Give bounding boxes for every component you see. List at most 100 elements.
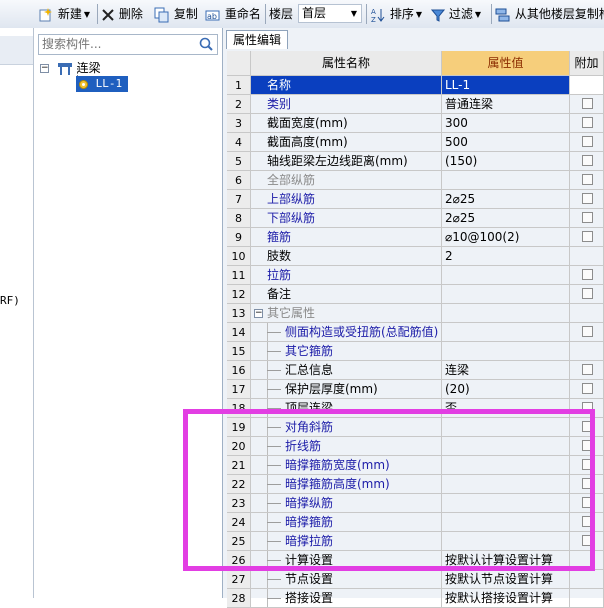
grid-header: 属性名称 属性值 附加: [227, 51, 604, 76]
property-value[interactable]: 300: [442, 114, 570, 133]
tree-connector: [267, 598, 281, 599]
extra-cell: [570, 589, 604, 608]
sort-button-label: 排序: [389, 7, 414, 21]
extra-checkbox[interactable]: [582, 193, 593, 204]
property-value[interactable]: 2⌀25: [442, 190, 570, 209]
property-value[interactable]: ⌀10@100(2): [442, 228, 570, 247]
property-value[interactable]: 500: [442, 133, 570, 152]
row-number: 4: [227, 133, 251, 152]
extra-checkbox[interactable]: [582, 155, 593, 166]
property-row[interactable]: 8 下部纵筋 2⌀25: [227, 209, 604, 228]
row-number: 11: [227, 266, 251, 285]
property-name-text: 下部纵筋: [267, 211, 316, 225]
property-value[interactable]: 2: [442, 247, 570, 266]
extra-checkbox[interactable]: [582, 136, 593, 147]
property-row[interactable]: 15 其它箍筋: [227, 342, 604, 361]
property-value[interactable]: [442, 285, 570, 304]
extra-checkbox[interactable]: [582, 174, 593, 185]
extra-checkbox[interactable]: [582, 117, 593, 128]
property-row[interactable]: 7 上部纵筋 2⌀25: [227, 190, 604, 209]
extra-checkbox[interactable]: [582, 231, 593, 242]
property-value[interactable]: 2⌀25: [442, 209, 570, 228]
property-value[interactable]: (150): [442, 152, 570, 171]
property-value[interactable]: 按默认搭接设置计算: [442, 589, 570, 608]
property-row[interactable]: 2 类别 普通连梁: [227, 95, 604, 114]
property-name-text: 汇总信息: [285, 363, 334, 377]
delete-button[interactable]: 删除: [101, 4, 143, 24]
extra-checkbox[interactable]: [582, 288, 593, 299]
left-panel-text: RF): [0, 294, 20, 307]
property-value[interactable]: [442, 342, 570, 361]
property-name: 肢数: [251, 247, 442, 266]
property-name-text: 其它属性: [267, 306, 316, 320]
row-number: 10: [227, 247, 251, 266]
search-icon[interactable]: [197, 36, 215, 53]
copy-from-floor-button[interactable]: 从其他楼层复制构: [495, 4, 604, 24]
copy-button[interactable]: 复制: [154, 4, 198, 24]
property-row[interactable]: 17 保护层厚度(mm) (20): [227, 380, 604, 399]
property-name: 全部纵筋: [251, 171, 442, 190]
property-value[interactable]: 普通连梁: [442, 95, 570, 114]
extra-cell: [570, 76, 604, 95]
property-value[interactable]: [442, 266, 570, 285]
extra-checkbox[interactable]: [582, 364, 593, 375]
tree-root-label: 连梁: [76, 61, 101, 75]
property-row[interactable]: 11 拉筋: [227, 266, 604, 285]
rename-button[interactable]: ab 重命名: [205, 4, 261, 24]
row-number: 6: [227, 171, 251, 190]
property-row[interactable]: 6 全部纵筋: [227, 171, 604, 190]
property-name: 其它箍筋: [251, 342, 442, 361]
property-row[interactable]: 4 截面高度(mm) 500: [227, 133, 604, 152]
collapse-toggle-icon[interactable]: −: [254, 309, 263, 318]
property-value[interactable]: [442, 323, 570, 342]
property-row[interactable]: 10 肢数 2: [227, 247, 604, 266]
property-value[interactable]: (20): [442, 380, 570, 399]
extra-checkbox[interactable]: [582, 212, 593, 223]
tree-connector: [267, 389, 281, 390]
highlight-box: [183, 409, 595, 571]
extra-checkbox[interactable]: [582, 383, 593, 394]
extra-cell: [570, 570, 604, 589]
extra-checkbox[interactable]: [582, 98, 593, 109]
property-value[interactable]: [442, 304, 570, 323]
property-value[interactable]: 按默认节点设置计算: [442, 570, 570, 589]
row-number: 3: [227, 114, 251, 133]
tab-property-edit[interactable]: 属性编辑: [226, 30, 289, 49]
extra-cell: [570, 380, 604, 399]
property-value[interactable]: [442, 171, 570, 190]
property-row[interactable]: 28 搭接设置 按默认搭接设置计算: [227, 589, 604, 608]
new-item-icon: [39, 7, 52, 21]
property-row[interactable]: 3 截面宽度(mm) 300: [227, 114, 604, 133]
property-value[interactable]: LL-1: [442, 76, 570, 95]
tree-node-ll-1[interactable]: LL-1: [76, 76, 128, 92]
property-row[interactable]: 16 汇总信息 连梁: [227, 361, 604, 380]
copy-from-floor-label: 从其他楼层复制构: [514, 7, 604, 21]
property-row[interactable]: 13− 其它属性: [227, 304, 604, 323]
property-row[interactable]: 5 轴线距梁左边线距离(mm) (150): [227, 152, 604, 171]
floor-select[interactable]: 首层 ▼: [298, 4, 362, 23]
property-name-text: 节点设置: [285, 572, 334, 586]
collapse-toggle-icon[interactable]: −: [40, 64, 49, 73]
search-input[interactable]: [39, 35, 192, 53]
property-row[interactable]: 9 箍筋 ⌀10@100(2): [227, 228, 604, 247]
extra-checkbox[interactable]: [582, 269, 593, 280]
property-row[interactable]: 14 侧面构造或受扭筋(总配筋值): [227, 323, 604, 342]
property-name: 轴线距梁左边线距离(mm): [251, 152, 442, 171]
extra-checkbox[interactable]: [582, 326, 593, 337]
new-button[interactable]: 新建 ▼: [38, 4, 90, 24]
property-row[interactable]: 12 备注: [227, 285, 604, 304]
extra-cell: [570, 114, 604, 133]
sort-az-icon: AZ: [371, 8, 385, 23]
sort-button[interactable]: AZ 排序 ▼: [370, 4, 422, 24]
filter-button[interactable]: 过滤 ▼: [431, 4, 481, 24]
extra-cell: [570, 323, 604, 342]
tree-node-coupling-beam[interactable]: − 连梁: [40, 60, 101, 76]
extra-cell: [570, 247, 604, 266]
beam-icon: [57, 62, 72, 75]
header-corner: [227, 51, 251, 76]
property-value[interactable]: 连梁: [442, 361, 570, 380]
property-row[interactable]: 27 节点设置 按默认节点设置计算: [227, 570, 604, 589]
copy-floor-icon: [495, 8, 510, 21]
property-row[interactable]: 1 名称 LL-1: [227, 76, 604, 95]
header-value: 属性值: [442, 51, 570, 76]
